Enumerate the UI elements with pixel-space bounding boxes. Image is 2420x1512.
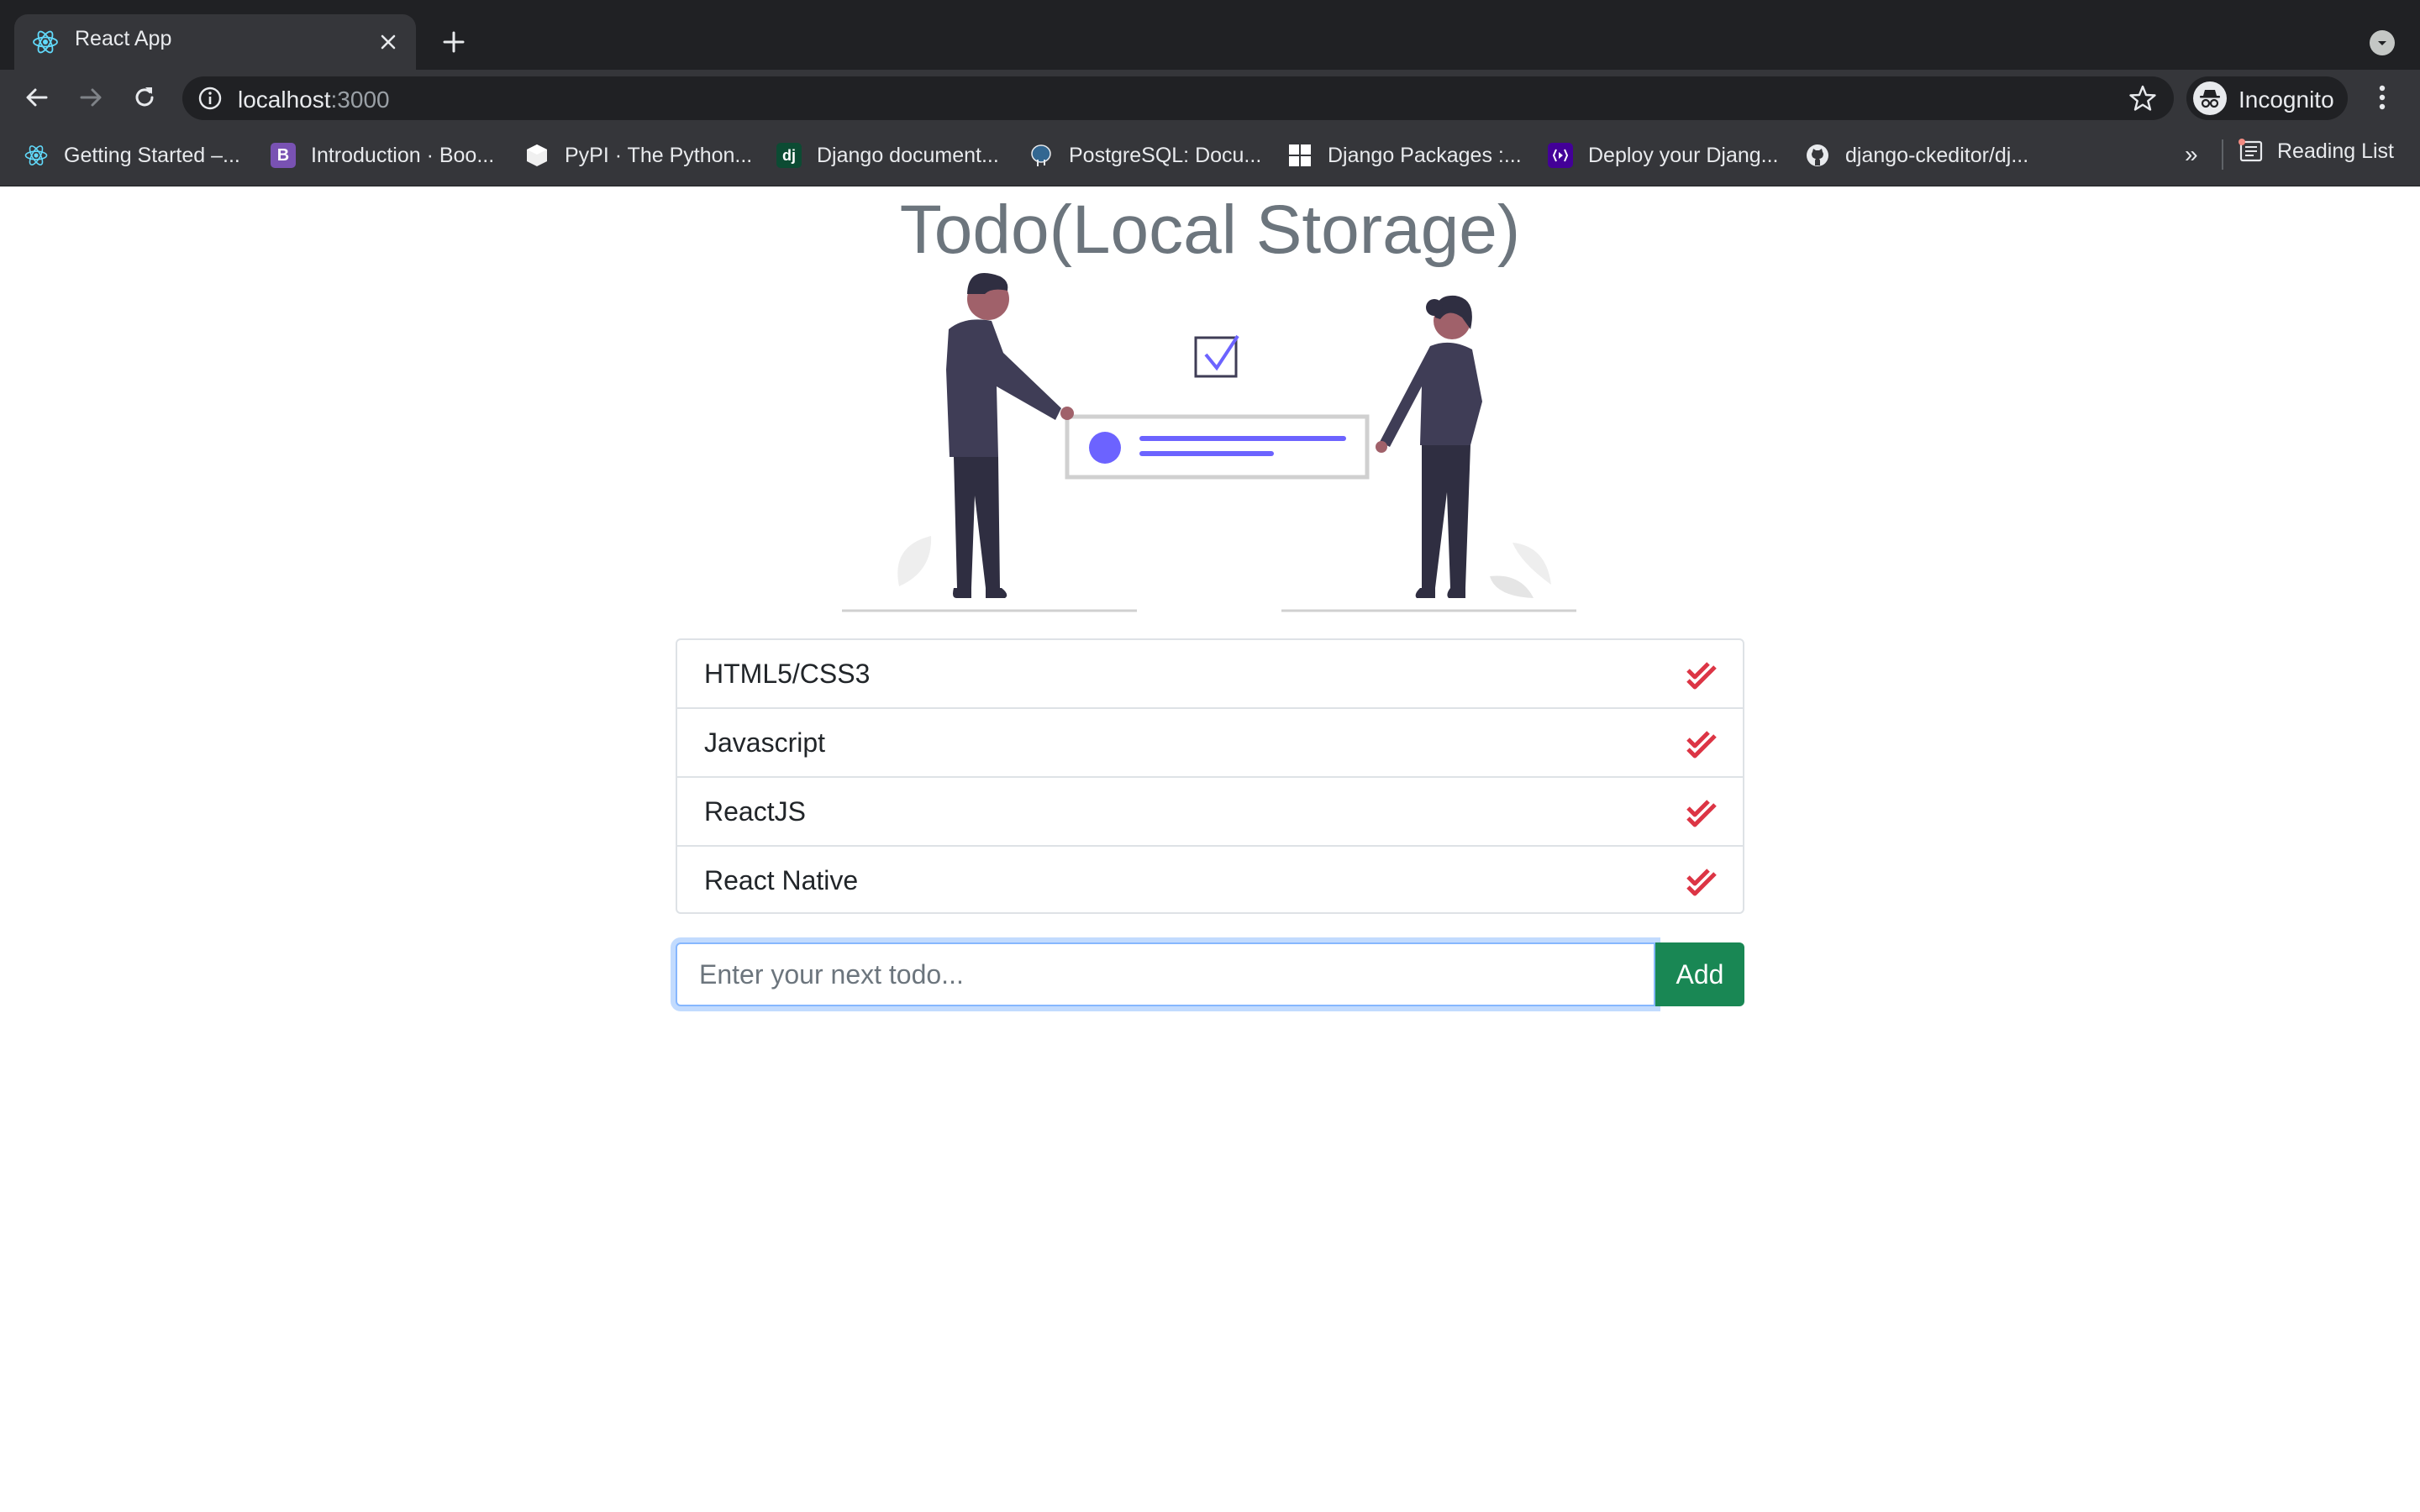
bookmarks-divider: [2222, 139, 2223, 170]
bookmark-item[interactable]: Deploy your Djang...: [1548, 139, 1779, 172]
team-todo-illustration: [842, 273, 1576, 612]
grid-icon: [1289, 144, 1311, 166]
bookmark-item[interactable]: B Introduction · Boo...: [271, 139, 494, 172]
todo-text: ReactJS: [704, 796, 806, 827]
browser-menu-button[interactable]: [2370, 81, 2395, 114]
chevron-down-icon: [2378, 41, 2386, 45]
todo-list: HTML5/CSS3 Javascript ReactJS React Nati…: [676, 638, 1744, 914]
add-todo-form: Add: [676, 942, 1744, 1006]
browser-toolbar: localhost:3000 Incognito: [0, 70, 2420, 125]
bookmarks-bar: Getting Started –... B Introduction · Bo…: [0, 125, 2420, 186]
bookmark-label: PyPI · The Python...: [565, 143, 753, 167]
todo-item: React Native: [677, 847, 1743, 916]
reload-button[interactable]: [128, 81, 161, 114]
bookmark-item[interactable]: django-ckeditor/dj...: [1805, 139, 2028, 172]
arrow-left-icon: [26, 88, 48, 107]
bookmark-label: django-ckeditor/dj...: [1845, 143, 2029, 167]
bookmark-item[interactable]: PyPI · The Python...: [524, 139, 752, 172]
bookmark-item[interactable]: dj Django document...: [776, 139, 999, 172]
react-icon: [24, 145, 48, 165]
kebab-menu-icon: [2379, 85, 2386, 110]
todo-text: HTML5/CSS3: [704, 659, 871, 689]
bookmark-item[interactable]: PostgreSQL: Docu...: [1028, 139, 1261, 172]
tab-strip: React App: [0, 0, 2420, 70]
url-text: localhost:3000: [238, 87, 390, 113]
bookmarks-overflow-button[interactable]: »: [2185, 141, 2198, 168]
forward-button[interactable]: [74, 81, 108, 114]
incognito-label: Incognito: [2238, 87, 2334, 113]
todo-text: Javascript: [704, 727, 826, 758]
reading-list-button[interactable]: Reading List: [2238, 139, 2394, 164]
bookmark-label: Django Packages :...: [1328, 143, 1522, 167]
double-check-icon[interactable]: [1686, 867, 1718, 897]
reload-icon: [135, 87, 154, 107]
new-tab-button[interactable]: [435, 24, 472, 60]
todo-item: Javascript: [677, 709, 1743, 778]
add-button[interactable]: Add: [1655, 942, 1744, 1006]
tab-react-app[interactable]: React App: [14, 14, 416, 70]
todo-item: HTML5/CSS3: [677, 640, 1743, 709]
todo-input[interactable]: [676, 942, 1655, 1006]
bookmark-label: Getting Started –...: [64, 143, 240, 167]
todo-item: ReactJS: [677, 778, 1743, 847]
reading-list-label: Reading List: [2277, 139, 2394, 163]
postgresql-icon: [1031, 144, 1051, 166]
plus-icon: [443, 31, 465, 53]
close-tab-button[interactable]: [372, 26, 404, 58]
bootstrap-icon: B: [271, 143, 296, 168]
page-title: Todo(Local Storage): [899, 192, 1521, 268]
double-check-icon[interactable]: [1686, 798, 1718, 828]
pypi-icon: [527, 144, 547, 166]
info-icon[interactable]: [197, 86, 223, 111]
double-check-icon[interactable]: [1686, 729, 1718, 759]
bookmark-label: PostgreSQL: Docu...: [1069, 143, 1262, 167]
url-port: :3000: [330, 87, 390, 113]
bookmark-item[interactable]: Getting Started –...: [24, 139, 240, 172]
heroku-icon: [1548, 143, 1573, 168]
todo-text: React Native: [704, 865, 859, 895]
url-host: localhost: [238, 87, 331, 113]
reading-list-icon: [2238, 139, 2263, 162]
bookmark-label: Introduction · Boo...: [311, 143, 495, 167]
back-button[interactable]: [20, 81, 54, 114]
tab-search-button[interactable]: [2370, 30, 2395, 55]
bookmark-label: Django document...: [817, 143, 999, 167]
django-icon: dj: [776, 143, 802, 168]
incognito-profile-button[interactable]: Incognito: [2186, 76, 2348, 120]
react-icon: [33, 30, 58, 54]
bookmark-star-icon[interactable]: [2128, 84, 2157, 113]
bookmark-label: Deploy your Djang...: [1588, 143, 1779, 167]
close-icon: [381, 34, 396, 50]
tab-title: React App: [75, 27, 172, 50]
github-icon: [1807, 144, 1828, 166]
bookmark-item[interactable]: Django Packages :...: [1287, 139, 1522, 172]
address-bar[interactable]: localhost:3000: [182, 76, 2174, 120]
double-check-icon[interactable]: [1686, 660, 1718, 690]
arrow-right-icon: [80, 88, 102, 107]
incognito-icon: [2193, 81, 2227, 115]
